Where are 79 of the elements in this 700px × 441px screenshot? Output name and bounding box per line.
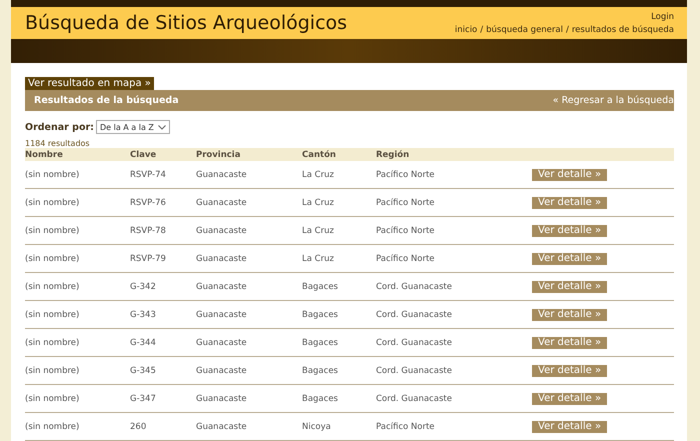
table-cell-text: La Cruz [302,226,335,236]
detail-button[interactable]: Ver detalle » [532,168,608,180]
table-cell-text: Pacífico Norte [376,422,436,432]
detail-button[interactable]: Ver detalle » [532,420,608,432]
table-cell-text: Guanacaste [196,422,248,432]
breadcrumb-link[interactable]: resultados de búsqueda [572,24,674,34]
table-cell-text: 260 [130,422,148,432]
table-cell-text: Guanacaste [196,282,248,292]
login-link[interactable]: Login [651,12,674,22]
detail-button[interactable]: Ver detalle » [532,252,608,264]
table-cell-text: Guanacaste [196,338,248,348]
table-cell-text: (sin nombre) [25,170,80,180]
table-cell-text: Pacífico Norte [376,226,436,236]
table-cell-text: (sin nombre) [25,422,80,432]
table-cell-text: Cord. Guanacaste [376,338,453,348]
table-cell-text: Guanacaste [196,366,248,376]
sort-dropdown[interactable]: De la A a la Z [96,120,170,134]
table-cell-text: (sin nombre) [25,198,80,208]
table-cell-text: RSVP-79 [130,254,167,264]
detail-button[interactable]: Ver detalle » [532,224,608,236]
table-cell-text: (sin nombre) [25,394,80,404]
table-cell-text: RSVP-78 [130,226,167,236]
detail-button[interactable]: Ver detalle » [532,336,608,348]
table-cell-text: (sin nombre) [25,366,80,376]
table-cell-text: RSVP-74 [130,170,167,180]
table-cell-text: Guanacaste [196,254,248,264]
table-cell-text: La Cruz [302,170,335,180]
sort-label: Ordenar por: [25,122,94,132]
table-cell-text: Pacífico Norte [376,170,436,180]
detail-button[interactable]: Ver detalle » [532,280,608,292]
table-cell-text: G-342 [130,282,157,292]
site-title: Búsqueda de Sitios Arqueológicos [25,12,348,34]
table-cell-text: Cord. Guanacaste [376,394,453,404]
table-cell-text: Cord. Guanacaste [376,282,453,292]
table-cell-text: Bagaces [302,338,339,348]
back-link[interactable]: « Regresar a la búsqueda [552,95,674,106]
column-header: Región [376,150,410,160]
table-cell-text: RSVP-76 [130,198,167,208]
table-cell-text: Bagaces [302,394,339,404]
table-cell-text: G-343 [130,310,157,320]
table-cell-text: G-347 [130,394,157,404]
detail-button[interactable]: Ver detalle » [532,392,608,404]
table-cell-text: Guanacaste [196,310,248,320]
table-cell-text: La Cruz [302,254,335,264]
breadcrumb-link[interactable]: búsqueda general [486,24,563,34]
detail-button[interactable]: Ver detalle » [532,364,608,376]
column-header: Cantón [302,150,337,160]
table-cell-text: (sin nombre) [25,226,80,236]
detail-button[interactable]: Ver detalle » [532,308,608,320]
table-cell-text: La Cruz [302,198,335,208]
table-cell-text: Pacífico Norte [376,198,436,208]
table-cell-text: (sin nombre) [25,338,80,348]
caret-icon [158,124,166,130]
column-header: Nombre [25,150,64,160]
table-cell-text: Guanacaste [196,170,248,180]
table-cell-text: Cord. Guanacaste [376,310,453,320]
map-link[interactable]: Ver resultado en mapa » [25,77,154,90]
detail-button[interactable]: Ver detalle » [532,196,608,208]
breadcrumb-separator: / [480,24,484,34]
column-header: Provincia [196,150,242,160]
table-cell-text: Bagaces [302,310,339,320]
table-cell-text: (sin nombre) [25,254,80,264]
table-cell-text: G-344 [130,338,157,348]
table-cell-text: Guanacaste [196,226,248,236]
results-title: Resultados de la búsqueda [34,95,179,106]
table-cell-text: Guanacaste [196,198,248,208]
table-cell-text: (sin nombre) [25,282,80,292]
table-cell-text: Bagaces [302,366,339,376]
table-cell-text: Cord. Guanacaste [376,366,453,376]
breadcrumb-link[interactable]: inicio [454,24,478,34]
table-cell-text: Nicoya [302,422,332,432]
result-count: 1184 resultados [25,139,91,148]
table-cell-text: Guanacaste [196,394,248,404]
table-cell-text: Bagaces [302,282,339,292]
column-header: Clave [130,150,158,160]
table-cell-text: (sin nombre) [25,310,80,320]
breadcrumb-separator: / [566,24,569,34]
table-cell-text: Pacífico Norte [376,254,436,264]
table-cell-text: G-345 [130,366,157,376]
